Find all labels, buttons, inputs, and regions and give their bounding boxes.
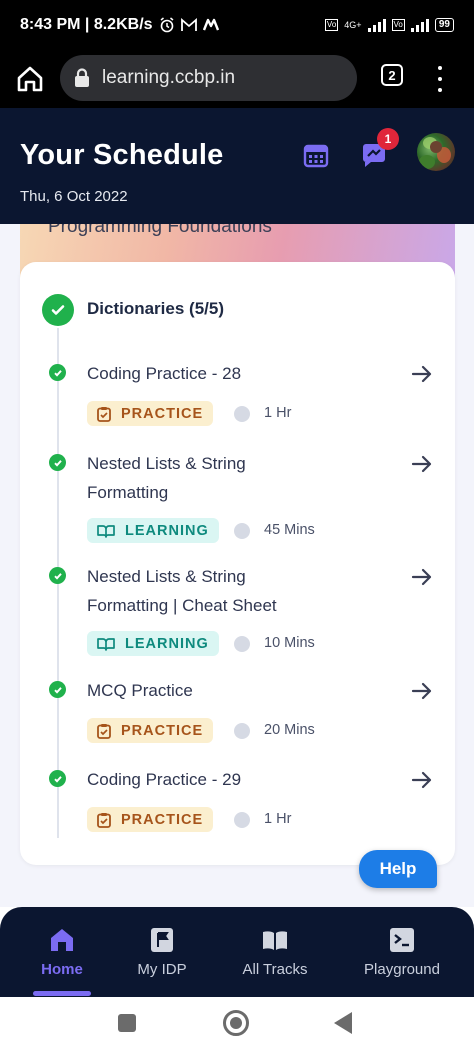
schedule-card: Dictionaries (5/5) Coding Practice - 28 … [20, 262, 455, 865]
nav-playground[interactable]: Playground [356, 907, 448, 997]
clock-icon [234, 812, 250, 828]
browser-toolbar: learning.ccbp.in 2 [0, 50, 474, 108]
app-header: Your Schedule Thu, 6 Oct 2022 1 [0, 108, 474, 224]
item-complete-icon [49, 567, 66, 584]
item-duration: 1 Hr [264, 405, 292, 421]
nav-home-label: Home [41, 961, 83, 978]
status-bar: 8:43 PM | 8.2KB/s Vo 4G+ Vo 99 [0, 0, 474, 50]
back-button[interactable] [334, 1012, 352, 1034]
clock-icon [234, 406, 250, 422]
system-navigation [0, 997, 474, 1053]
item-duration: 45 Mins [264, 522, 315, 538]
arrow-right-icon[interactable] [410, 452, 434, 476]
app-m-icon [202, 18, 219, 31]
practice-tag: PRACTICE [87, 401, 214, 426]
item-title: Coding Practice - 28 [87, 364, 242, 383]
book-icon [263, 931, 287, 950]
home-icon [51, 929, 73, 951]
schedule-item[interactable]: Coding Practice - 29 PRACTICE 1 Hr [20, 765, 455, 845]
browser-menu-icon[interactable] [432, 64, 448, 94]
section-title: Dictionaries (5/5) [87, 299, 224, 318]
book-icon [97, 637, 115, 651]
browser-home-icon[interactable] [15, 64, 45, 94]
address-bar[interactable]: learning.ccbp.in [60, 55, 357, 101]
arrow-right-icon[interactable] [410, 679, 434, 703]
nav-active-indicator [33, 991, 91, 996]
item-title: MCQ Practice [87, 681, 193, 700]
bottom-navigation: Home My IDP All Tracks Playground [0, 907, 474, 997]
lock-icon [75, 68, 89, 87]
section-complete-icon [42, 294, 74, 326]
signal-icon-2 [410, 18, 429, 32]
nav-home[interactable]: Home [32, 907, 92, 997]
practice-tag: PRACTICE [87, 718, 214, 743]
notification-badge: 1 [377, 128, 399, 150]
item-complete-icon [49, 454, 66, 471]
clipboard-icon [97, 812, 111, 828]
signal-icon [367, 18, 386, 32]
item-complete-icon [49, 364, 66, 381]
nav-all-tracks-label: All Tracks [242, 961, 308, 978]
course-banner-title: Programming Foundations [48, 224, 272, 237]
arrow-right-icon[interactable] [410, 362, 434, 386]
schedule-content: Programming Foundations Dictionaries (5/… [0, 224, 474, 907]
clock-icon [234, 523, 250, 539]
schedule-item[interactable]: Coding Practice - 28 PRACTICE 1 Hr [20, 359, 455, 439]
nav-playground-label: Playground [364, 961, 440, 978]
clock-icon [234, 723, 250, 739]
nav-all-tracks[interactable]: All Tracks [236, 907, 314, 997]
network-type: 4G+ [344, 20, 362, 30]
tag-label: PRACTICE [121, 811, 204, 828]
flag-icon [151, 928, 173, 952]
nav-my-idp-label: My IDP [137, 961, 187, 978]
status-left: 8:43 PM | 8.2KB/s [20, 16, 219, 34]
tag-label: LEARNING [125, 522, 209, 539]
status-time-speed: 8:43 PM | 8.2KB/s [20, 16, 153, 33]
avatar[interactable] [417, 133, 455, 171]
item-duration: 1 Hr [264, 811, 292, 827]
book-icon [97, 524, 115, 538]
arrow-right-icon[interactable] [410, 768, 434, 792]
tag-label: PRACTICE [121, 405, 204, 422]
item-duration: 20 Mins [264, 722, 315, 738]
battery-icon: 99 [434, 18, 454, 32]
item-complete-icon [49, 681, 66, 698]
system-home-button[interactable] [223, 1010, 249, 1036]
recents-button[interactable] [118, 1014, 136, 1032]
item-duration: 10 Mins [264, 635, 315, 651]
schedule-item[interactable]: Nested Lists & String Formatting LEARNIN… [20, 449, 455, 549]
clock-icon [234, 636, 250, 652]
gmail-icon [180, 18, 197, 31]
arrow-right-icon[interactable] [410, 565, 434, 589]
item-title: Nested Lists & String Formatting | Cheat… [87, 567, 277, 615]
terminal-icon [390, 928, 414, 952]
volte-icon: Vo [324, 19, 339, 31]
item-title: Nested Lists & String Formatting [87, 454, 246, 502]
item-title: Coding Practice - 29 [87, 770, 242, 789]
nav-my-idp[interactable]: My IDP [130, 907, 194, 997]
url-text: learning.ccbp.in [102, 67, 236, 88]
page-title: Your Schedule [20, 139, 224, 171]
schedule-item[interactable]: Nested Lists & String Formatting | Cheat… [20, 562, 455, 662]
status-right: Vo 4G+ Vo 99 [324, 18, 454, 32]
schedule-item[interactable]: MCQ Practice PRACTICE 20 Mins [20, 676, 455, 756]
tag-label: PRACTICE [121, 722, 204, 739]
calendar-icon[interactable] [303, 142, 329, 168]
learning-tag: LEARNING [87, 518, 219, 543]
tab-switcher-button[interactable]: 2 [381, 64, 403, 86]
learning-tag: LEARNING [87, 631, 219, 656]
practice-tag: PRACTICE [87, 807, 214, 832]
volte-icon-2: Vo [391, 19, 405, 31]
help-button[interactable]: Help [359, 850, 437, 888]
tag-label: LEARNING [125, 635, 209, 652]
alarm-icon [160, 17, 173, 33]
schedule-date: Thu, 6 Oct 2022 [20, 188, 128, 205]
clipboard-icon [97, 723, 111, 739]
clipboard-icon [97, 406, 111, 422]
item-complete-icon [49, 770, 66, 787]
